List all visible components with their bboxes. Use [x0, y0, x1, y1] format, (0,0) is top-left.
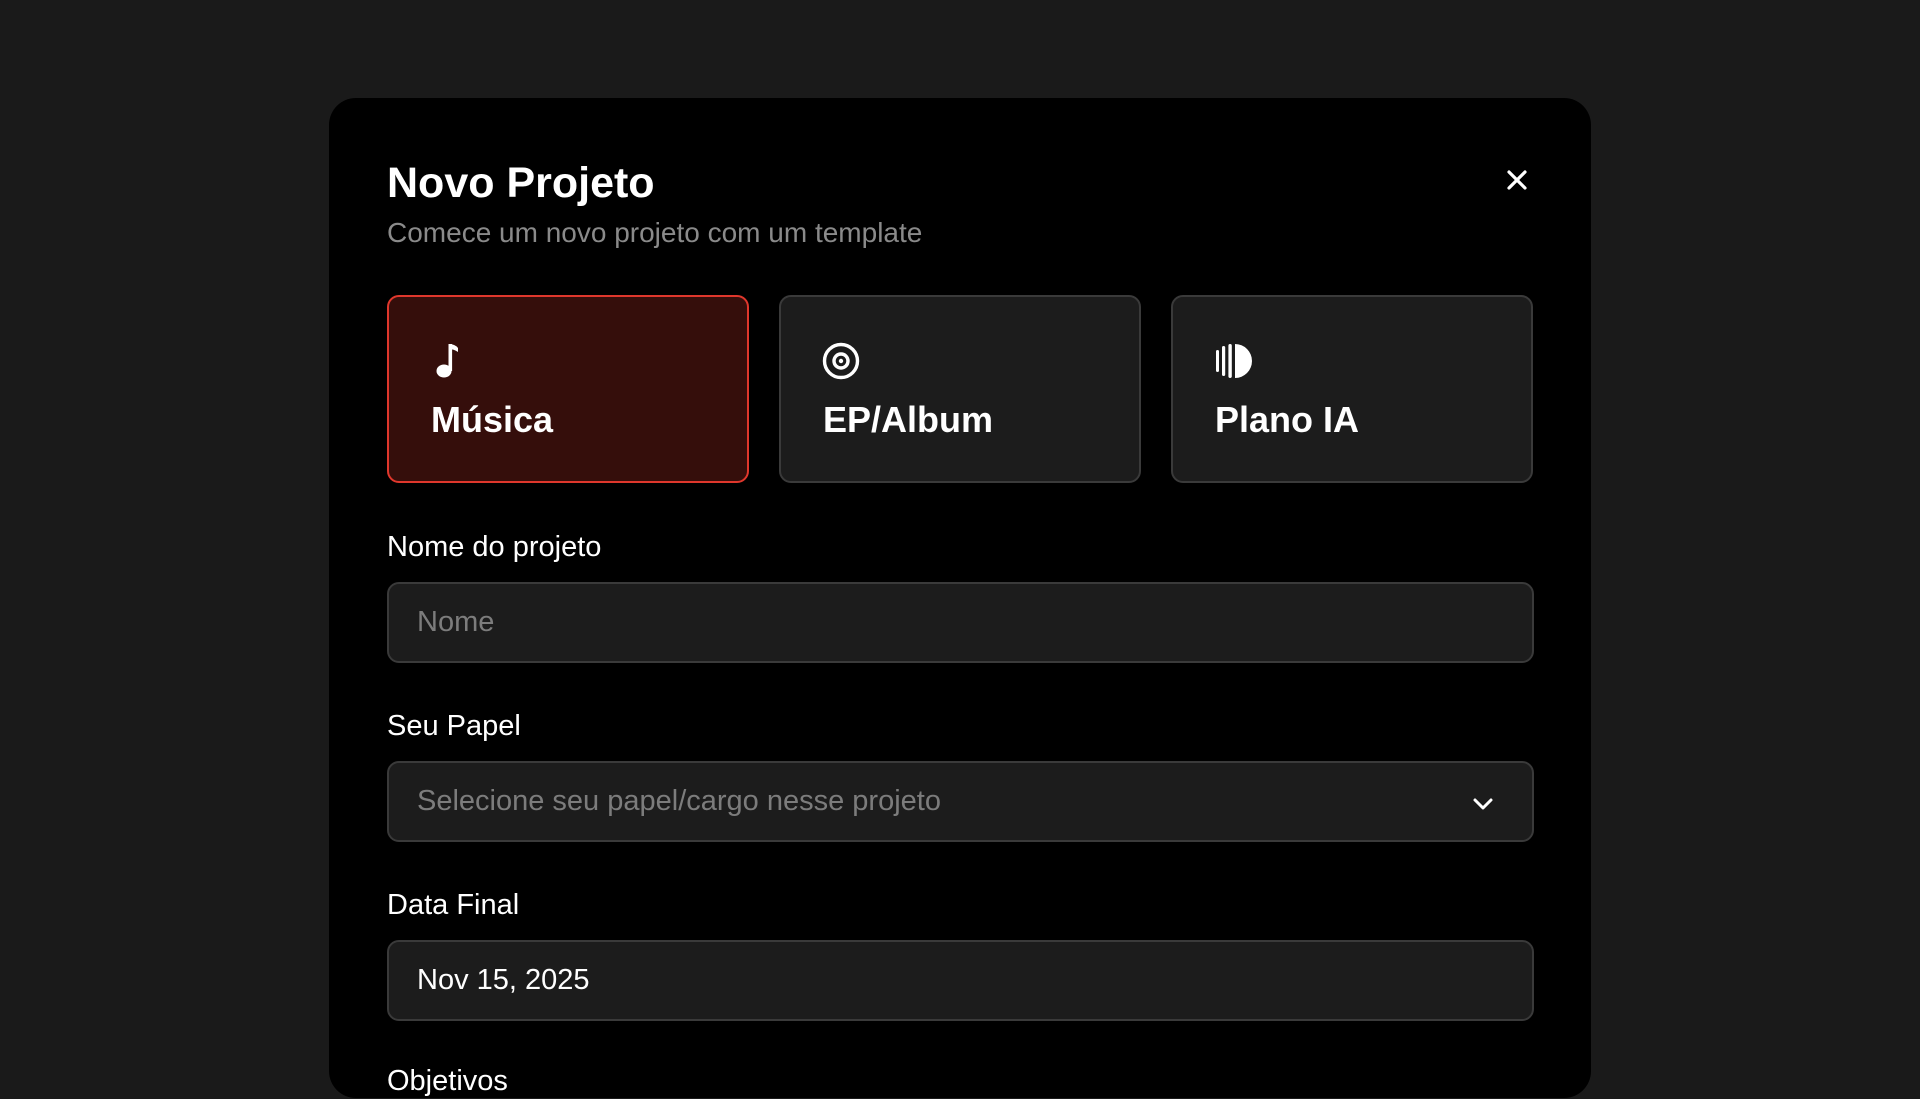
modal-title: Novo Projeto: [387, 159, 655, 207]
role-label: Seu Papel: [387, 710, 521, 742]
role-select[interactable]: Selecione seu papel/cargo nesse projeto: [387, 761, 1534, 842]
template-card-label: Música: [431, 399, 554, 440]
template-card-musica[interactable]: Música: [387, 295, 749, 483]
ai-plan-icon: [1213, 341, 1253, 381]
music-note-icon: [429, 341, 469, 381]
template-card-plano-ia[interactable]: Plano IA: [1171, 295, 1533, 483]
chevron-down-icon: [1473, 798, 1493, 810]
close-icon: [1507, 170, 1527, 190]
disc-icon: [821, 341, 861, 381]
role-select-placeholder: Selecione seu papel/cargo nesse projeto: [417, 785, 941, 817]
close-button[interactable]: [1495, 158, 1539, 202]
template-card-label: Plano IA: [1215, 399, 1360, 440]
template-card-ep-album[interactable]: EP/Album: [779, 295, 1141, 483]
project-name-input[interactable]: [389, 584, 1532, 661]
objectives-label: Objetivos: [387, 1065, 508, 1097]
end-date-field[interactable]: Nov 15, 2025: [387, 940, 1534, 1021]
new-project-modal: Novo Projeto Comece um novo projeto com …: [329, 98, 1591, 1098]
project-name-field[interactable]: [387, 582, 1534, 663]
modal-subtitle: Comece um novo projeto com um template: [387, 217, 923, 248]
template-options: Música EP/Album Plano IA: [387, 295, 1533, 483]
end-date-label: Data Final: [387, 889, 520, 921]
project-name-label: Nome do projeto: [387, 531, 602, 563]
template-card-label: EP/Album: [823, 399, 994, 440]
end-date-value: Nov 15, 2025: [417, 964, 590, 996]
